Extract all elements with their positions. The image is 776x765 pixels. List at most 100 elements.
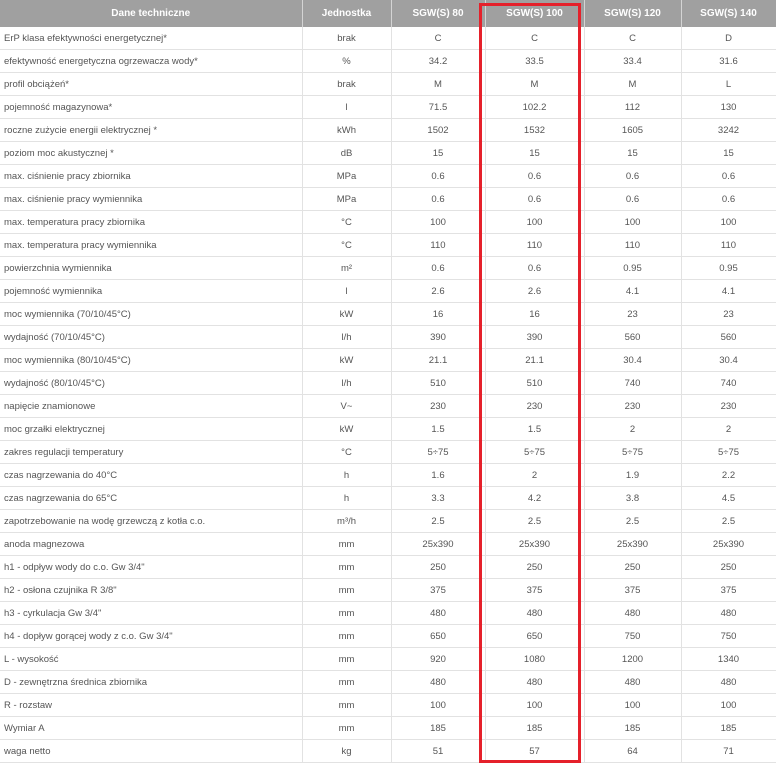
value-sgw-140: 3242 <box>681 118 776 142</box>
parameter-name: wydajność (80/10/45°C) <box>0 371 303 395</box>
value-sgw-80: 480 <box>391 601 486 625</box>
table-row: h2 - osłona czujnika R 3/8" mm 375 375 375 37… <box>0 578 776 602</box>
parameter-name: wydajność (70/10/45°C) <box>0 325 303 349</box>
value-sgw-140: 0.6 <box>681 164 776 188</box>
value-sgw-120: 185 <box>584 716 682 740</box>
unit: brak <box>302 27 392 50</box>
value-sgw-140: 110 <box>681 233 776 257</box>
table-row: R - rozstaw mm 100 100 100 100 <box>0 693 776 717</box>
parameter-name: D - zewnętrzna średnica zbiornika <box>0 670 303 694</box>
value-sgw-100: 21.1 <box>485 348 585 372</box>
parameter-name: anoda magnezowa <box>0 532 303 556</box>
value-sgw-140: 30.4 <box>681 348 776 372</box>
value-sgw-100: 0.6 <box>485 256 585 280</box>
table-row: max. ciśnienie pracy wymiennika MPa 0.6 0.6… <box>0 187 776 211</box>
unit: mm <box>302 670 392 694</box>
value-sgw-100: 100 <box>485 210 585 234</box>
value-sgw-140: 480 <box>681 670 776 694</box>
parameter-name: L - wysokość <box>0 647 303 671</box>
header-sgw-80: SGW(S) 80 <box>391 0 486 27</box>
value-sgw-80: 100 <box>391 210 486 234</box>
value-sgw-120: 230 <box>584 394 682 418</box>
value-sgw-80: 0.6 <box>391 256 486 280</box>
parameter-name: poziom moc akustycznej * <box>0 141 303 165</box>
value-sgw-80: 100 <box>391 693 486 717</box>
unit: l <box>302 95 392 119</box>
parameter-name: czas nagrzewania do 40°C <box>0 463 303 487</box>
value-sgw-100: 1080 <box>485 647 585 671</box>
value-sgw-80: 0.6 <box>391 187 486 211</box>
unit: mm <box>302 693 392 717</box>
unit: °C <box>302 210 392 234</box>
value-sgw-140: 4.1 <box>681 279 776 303</box>
value-sgw-120: 5÷75 <box>584 440 682 464</box>
unit: l/h <box>302 325 392 349</box>
table-row: anoda magnezowa mm 25x390 25x390 25x390 25x39… <box>0 532 776 556</box>
table-row: poziom moc akustycznej * dB 15 15 15 15 <box>0 141 776 165</box>
parameter-name: Wymiar A <box>0 716 303 740</box>
parameter-name: moc grzałki elektrycznej <box>0 417 303 441</box>
value-sgw-140: 375 <box>681 578 776 602</box>
value-sgw-120: 480 <box>584 601 682 625</box>
value-sgw-120: 4.1 <box>584 279 682 303</box>
unit: h <box>302 463 392 487</box>
table-row: wydajność (70/10/45°C) l/h 390 390 560 560 <box>0 325 776 349</box>
value-sgw-100: 250 <box>485 555 585 579</box>
value-sgw-140: 100 <box>681 210 776 234</box>
value-sgw-120: 110 <box>584 233 682 257</box>
technical-data-table: Dane techniczne Jednostka SGW(S) 80 SGW(… <box>0 0 776 763</box>
unit: kWh <box>302 118 392 142</box>
value-sgw-140: 2.5 <box>681 509 776 533</box>
unit: °C <box>302 233 392 257</box>
value-sgw-140: 230 <box>681 394 776 418</box>
value-sgw-100: 375 <box>485 578 585 602</box>
value-sgw-100: 650 <box>485 624 585 648</box>
value-sgw-120: 0.95 <box>584 256 682 280</box>
unit: brak <box>302 72 392 96</box>
parameter-name: moc wymiennika (70/10/45°C) <box>0 302 303 326</box>
value-sgw-120: M <box>584 72 682 96</box>
value-sgw-140: 4.5 <box>681 486 776 510</box>
unit: mm <box>302 647 392 671</box>
parameter-name: efektywność energetyczna ogrzewacza wody… <box>0 49 303 73</box>
value-sgw-100: 2.6 <box>485 279 585 303</box>
value-sgw-120: 23 <box>584 302 682 326</box>
value-sgw-100: 480 <box>485 670 585 694</box>
value-sgw-100: 2.5 <box>485 509 585 533</box>
value-sgw-140: D <box>681 27 776 50</box>
value-sgw-140: 740 <box>681 371 776 395</box>
value-sgw-120: C <box>584 27 682 50</box>
table-row: profil obciążeń* brak M M M L <box>0 72 776 96</box>
value-sgw-120: 480 <box>584 670 682 694</box>
value-sgw-100: 480 <box>485 601 585 625</box>
value-sgw-100: 0.6 <box>485 187 585 211</box>
unit: mm <box>302 601 392 625</box>
value-sgw-120: 1.9 <box>584 463 682 487</box>
value-sgw-140: 100 <box>681 693 776 717</box>
value-sgw-140: 0.95 <box>681 256 776 280</box>
value-sgw-80: 2.5 <box>391 509 486 533</box>
value-sgw-80: 390 <box>391 325 486 349</box>
value-sgw-80: 3.3 <box>391 486 486 510</box>
value-sgw-120: 112 <box>584 95 682 119</box>
table-row: waga netto kg 51 57 64 71 <box>0 739 776 763</box>
value-sgw-100: 57 <box>485 739 585 763</box>
value-sgw-120: 740 <box>584 371 682 395</box>
value-sgw-80: C <box>391 27 486 50</box>
unit: l <box>302 279 392 303</box>
value-sgw-120: 15 <box>584 141 682 165</box>
parameter-name: h2 - osłona czujnika R 3/8" <box>0 578 303 602</box>
value-sgw-120: 64 <box>584 739 682 763</box>
table-row: moc grzałki elektrycznej kW 1.5 1.5 2 2 <box>0 417 776 441</box>
value-sgw-140: 15 <box>681 141 776 165</box>
unit: m³/h <box>302 509 392 533</box>
unit: m² <box>302 256 392 280</box>
table-row: powierzchnia wymiennika m² 0.6 0.6 0.95 0.95 <box>0 256 776 280</box>
value-sgw-140: 71 <box>681 739 776 763</box>
unit: mm <box>302 555 392 579</box>
value-sgw-100: 0.6 <box>485 164 585 188</box>
value-sgw-140: 23 <box>681 302 776 326</box>
value-sgw-100: C <box>485 27 585 50</box>
unit: °C <box>302 440 392 464</box>
table-row: D - zewnętrzna średnica zbiornika mm 480 48… <box>0 670 776 694</box>
